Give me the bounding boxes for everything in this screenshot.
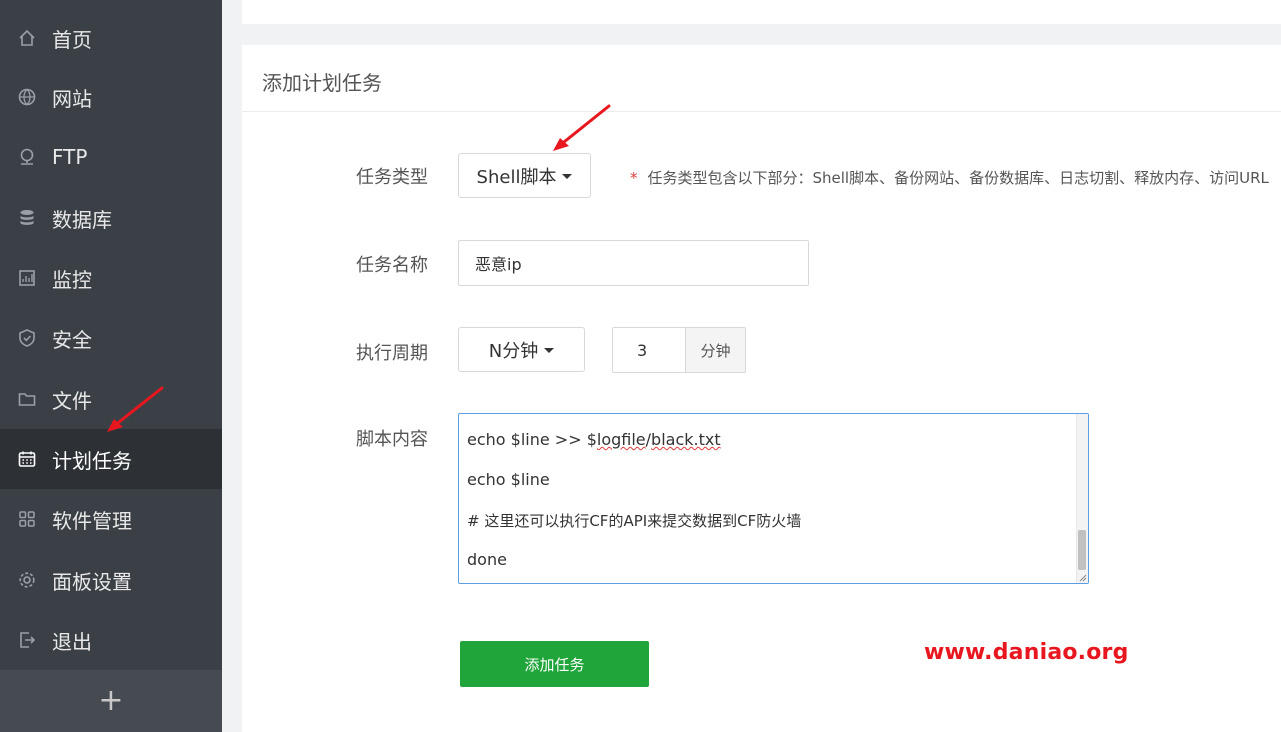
sidebar-item-monitor[interactable]: 监控 xyxy=(0,248,222,308)
sidebar-item-websites[interactable]: 网站 xyxy=(0,67,222,127)
sidebar: 首页 网站 FTP 数据库 监控 安全 文件 计划任务 软件管理 面板设置 退出… xyxy=(0,0,222,732)
code-text-misspelled: black.txt xyxy=(651,430,721,449)
script-label: 脚本内容 xyxy=(356,429,428,450)
scrollbar[interactable] xyxy=(1076,414,1088,583)
plus-icon: + xyxy=(98,683,124,718)
sidebar-item-label: 安全 xyxy=(52,327,92,352)
add-cron-card: 添加计划任务 任务类型 Shell脚本 * 任务类型包含以下部分：Shell脚本、… xyxy=(242,45,1281,732)
code-text: echo $line >> $ xyxy=(467,430,597,449)
code-line: echo $line xyxy=(467,470,550,489)
minutes-input[interactable]: 3 xyxy=(612,327,686,373)
network-icon xyxy=(16,146,38,168)
calendar-icon xyxy=(16,448,38,470)
task-type-dropdown[interactable]: Shell脚本 xyxy=(458,153,591,198)
sidebar-item-label: 网站 xyxy=(52,86,92,111)
caret-down-icon xyxy=(544,348,555,353)
sidebar-item-home[interactable]: 首页 xyxy=(0,8,222,68)
task-name-value: 恶意ip xyxy=(475,255,522,274)
script-textarea[interactable]: echo $line >> $logfile/black.txt echo $l… xyxy=(458,413,1089,584)
task-type-hint: * 任务类型包含以下部分：Shell脚本、备份网站、备份数据库、日志切割、释放内存… xyxy=(630,167,1281,188)
sidebar-add-button[interactable]: + xyxy=(0,670,222,732)
watermark: www.daniao.org xyxy=(924,640,1129,665)
resize-grip-icon[interactable] xyxy=(1078,573,1087,582)
sidebar-item-label: 软件管理 xyxy=(52,508,132,533)
sidebar-item-label: 计划任务 xyxy=(52,448,132,473)
sidebar-item-label: 监控 xyxy=(52,267,92,292)
code-line: done xyxy=(467,550,507,569)
database-icon xyxy=(16,207,38,229)
minutes-unit: 分钟 xyxy=(686,327,746,373)
task-type-value: Shell脚本 xyxy=(476,166,557,188)
sidebar-item-label: 数据库 xyxy=(52,207,112,232)
grid-icon xyxy=(16,508,38,530)
shield-icon xyxy=(16,327,38,349)
monitor-icon xyxy=(16,267,38,289)
sidebar-item-ftp[interactable]: FTP xyxy=(0,127,222,187)
annotation-arrow-icon xyxy=(553,104,611,151)
sidebar-item-label: FTP xyxy=(52,145,88,169)
top-card xyxy=(242,0,1281,24)
code-text-misspelled: logfile xyxy=(596,430,646,449)
task-type-label: 任务类型 xyxy=(356,167,428,188)
sidebar-item-database[interactable]: 数据库 xyxy=(0,188,222,248)
home-icon xyxy=(16,27,38,49)
hint-text: 任务类型包含以下部分：Shell脚本、备份网站、备份数据库、日志切割、释放内存、… xyxy=(647,169,1269,187)
cycle-value: N分钟 xyxy=(488,340,539,362)
divider xyxy=(242,111,1281,112)
sidebar-item-label: 退出 xyxy=(52,629,92,654)
caret-down-icon xyxy=(562,174,573,179)
gear-icon xyxy=(16,569,38,591)
required-star: * xyxy=(630,169,638,187)
minutes-value: 3 xyxy=(637,340,648,360)
logout-icon xyxy=(16,629,38,651)
sidebar-item-label: 首页 xyxy=(52,27,92,52)
task-name-input[interactable]: 恶意ip xyxy=(458,240,809,286)
add-task-button[interactable]: 添加任务 xyxy=(460,641,649,687)
scrollbar-thumb[interactable] xyxy=(1078,530,1086,570)
sidebar-item-security[interactable]: 安全 xyxy=(0,308,222,368)
task-name-label: 任务名称 xyxy=(356,255,428,276)
page-title: 添加计划任务 xyxy=(262,71,382,95)
sidebar-item-settings[interactable]: 面板设置 xyxy=(0,550,222,610)
cycle-label: 执行周期 xyxy=(356,343,428,364)
sidebar-item-software[interactable]: 软件管理 xyxy=(0,489,222,549)
sidebar-item-label: 面板设置 xyxy=(52,569,132,594)
code-line: echo $line >> $logfile/black.txt xyxy=(467,430,721,449)
globe-icon xyxy=(16,86,38,108)
code-line: # 这里还可以执行CF的API来提交数据到CF防火墙 xyxy=(467,512,802,530)
sidebar-item-label: 文件 xyxy=(52,388,92,413)
folder-icon xyxy=(16,388,38,410)
sidebar-item-logout[interactable]: 退出 xyxy=(0,610,222,670)
cycle-dropdown[interactable]: N分钟 xyxy=(458,327,585,372)
annotation-arrow-icon xyxy=(107,386,164,432)
